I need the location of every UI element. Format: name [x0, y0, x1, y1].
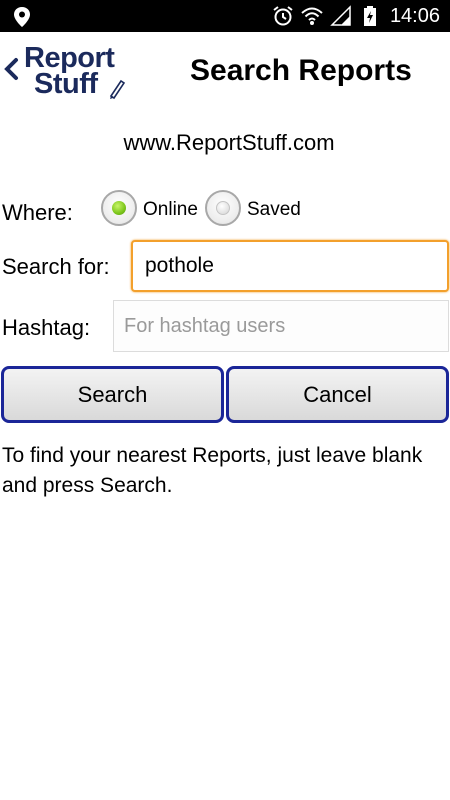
- wifi-icon: [301, 7, 323, 25]
- cancel-button[interactable]: Cancel: [226, 366, 449, 423]
- hashtag-label: Hashtag:: [2, 315, 91, 340]
- app-logo[interactable]: Report Stuff: [22, 40, 132, 106]
- app-header: Report Stuff Search Reports: [0, 32, 450, 110]
- radio-online[interactable]: [101, 190, 137, 226]
- radio-unchecked-dot-icon: [216, 201, 230, 215]
- status-bar: 14:06: [0, 0, 450, 32]
- search-for-input[interactable]: [131, 240, 449, 292]
- signal-icon: [330, 5, 351, 26]
- page-title: Search Reports: [190, 54, 412, 87]
- pen-icon: [109, 79, 126, 100]
- hashtag-input[interactable]: [113, 300, 449, 352]
- radio-online-label[interactable]: Online: [143, 199, 198, 221]
- radio-saved-label[interactable]: Saved: [247, 199, 301, 221]
- location-icon: [14, 7, 30, 27]
- radio-checked-dot-icon: [112, 201, 126, 215]
- search-for-label: Search for:: [2, 254, 110, 279]
- search-button[interactable]: Search: [1, 366, 224, 423]
- alarm-icon: [273, 6, 293, 26]
- help-text: To find your nearest Reports, just leave…: [2, 444, 423, 497]
- clock: 14:06: [389, 4, 440, 27]
- battery-charging-icon: [363, 6, 376, 26]
- back-chevron-icon[interactable]: [2, 54, 20, 84]
- site-url: www.ReportStuff.com: [123, 130, 335, 155]
- radio-saved[interactable]: [205, 190, 241, 226]
- logo-text-line2: Stuff: [34, 68, 98, 100]
- where-label: Where:: [2, 200, 73, 225]
